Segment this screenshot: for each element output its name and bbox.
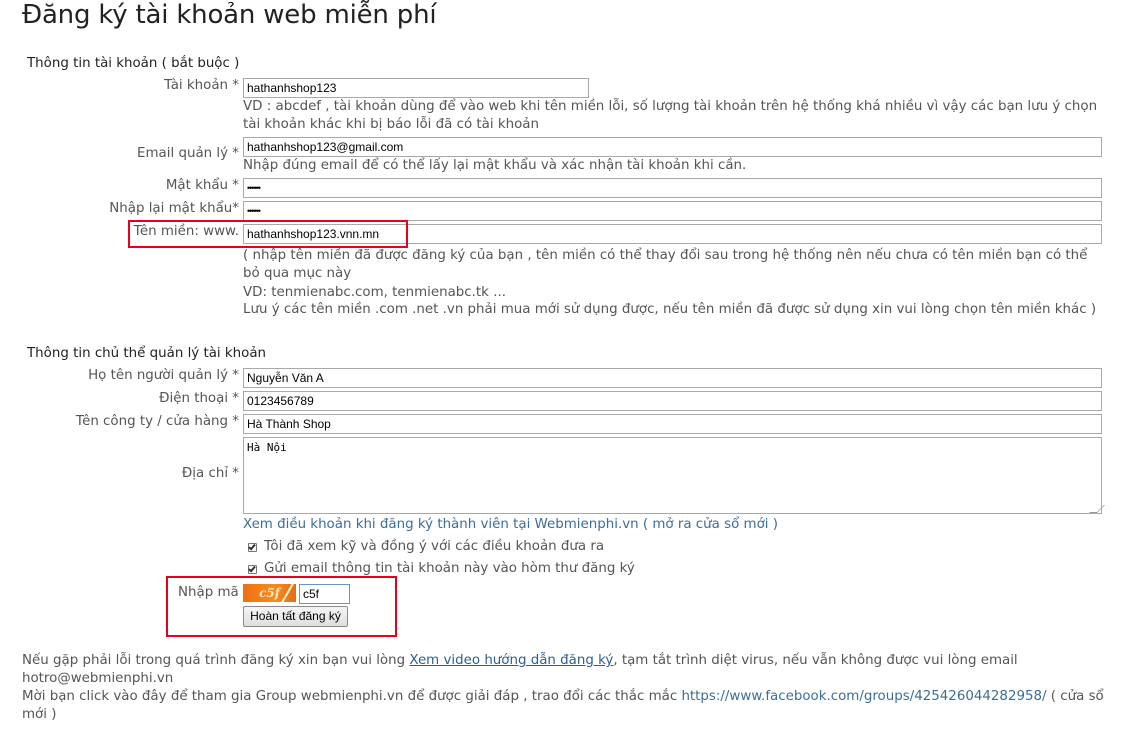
- domain-example: VD: tenmienabc.com, tenmienabc.tk ...: [243, 285, 506, 300]
- phone-input[interactable]: 0123456789: [243, 391, 1102, 411]
- fullname-label: Họ tên người quản lý *: [88, 368, 239, 383]
- owner-section-heading: Thông tin chủ thể quản lý tài khoản: [27, 346, 267, 361]
- account-section-heading: Thông tin tài khoản ( bắt buộc ): [27, 56, 240, 71]
- password-label: Mật khẩu *: [165, 178, 239, 193]
- footer-group-prefix: Mời bạn click vào đây để tham gia Group …: [22, 689, 682, 704]
- username-input[interactable]: hathanhshop123: [243, 78, 589, 98]
- facebook-group-link[interactable]: https://www.facebook.com/groups/42542604…: [681, 689, 1046, 704]
- password-confirm-input[interactable]: ••••••: [243, 201, 1102, 221]
- send-email-label: Gửi email thông tin tài khoản này vào hò…: [264, 561, 635, 576]
- captcha-highlight-box: [166, 576, 397, 637]
- domain-note: Lưu ý các tên miền .com .net .vn phải mu…: [243, 302, 1097, 317]
- page-title: Đăng ký tài khoản web miễn phí: [22, 0, 437, 30]
- address-textarea[interactable]: Hà Nội: [243, 437, 1102, 514]
- footer-help-text: Nếu gặp phải lỗi trong quá trình đăng ký…: [22, 652, 1112, 688]
- username-hint: VD : abcdef , tài khoản dùng để vào web …: [243, 99, 1098, 132]
- password-input[interactable]: ••••••: [243, 178, 1102, 198]
- email-hint: Nhập đúng email để có thể lấy lại mật kh…: [243, 158, 747, 173]
- domain-highlight-box: [128, 220, 408, 248]
- agree-label: Tôi đã xem kỹ và đồng ý với các điều kho…: [264, 539, 605, 554]
- video-guide-link[interactable]: Xem video hướng dẫn đăng ký: [409, 653, 613, 668]
- send-email-checkbox[interactable]: [248, 565, 257, 574]
- domain-hint: ( nhập tên miền đã được đăng ký của bạn …: [243, 248, 1088, 281]
- fullname-input[interactable]: Nguyễn Văn A: [243, 368, 1102, 388]
- password-confirm-label: Nhập lại mật khẩu*: [109, 201, 239, 216]
- company-label: Tên công ty / cửa hàng *: [75, 414, 239, 429]
- footer-help-prefix: Nếu gặp phải lỗi trong quá trình đăng ký…: [22, 653, 410, 668]
- username-label: Tài khoản *: [164, 78, 239, 93]
- email-input[interactable]: hathanhshop123@gmail.com: [243, 137, 1102, 157]
- agree-checkbox[interactable]: [248, 543, 257, 552]
- phone-label: Điện thoại *: [159, 391, 239, 406]
- email-label: Email quản lý *: [137, 146, 239, 161]
- footer-group-text: Mời bạn click vào đây để tham gia Group …: [22, 688, 1112, 724]
- address-label: Địa chỉ *: [181, 466, 239, 481]
- terms-link[interactable]: Xem điều khoản khi đăng ký thành viên tạ…: [243, 517, 778, 532]
- company-input[interactable]: Hà Thành Shop: [243, 414, 1102, 434]
